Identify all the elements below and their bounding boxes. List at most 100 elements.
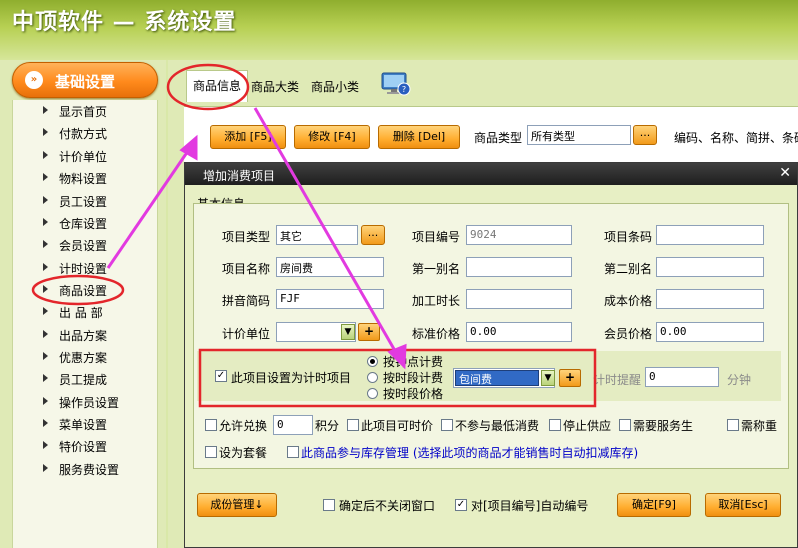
sidebar-item-label: 付款方式 [59, 127, 108, 141]
remind-input[interactable]: 0 [645, 367, 719, 387]
triangle-right-icon [43, 419, 48, 427]
sidebar-item-dish-plan[interactable]: 出品方案 [13, 324, 159, 346]
timer-item-label: 此项目设置为计时项目 [231, 371, 352, 385]
sidebar-item-timer[interactable]: 计时设置 [13, 257, 159, 279]
remind-label: 计时提醒 [593, 373, 642, 387]
sidebar-item-label: 员工设置 [59, 195, 108, 209]
sidebar-item-label: 操作员设置 [59, 396, 120, 410]
app-title: 中顶软件 — 系统设置 [12, 10, 237, 35]
sidebar-item-home[interactable]: 显示首页 [13, 100, 159, 122]
triangle-right-icon [43, 196, 48, 204]
sidebar-item-unit[interactable]: 计价单位 [13, 145, 159, 167]
process-time-label: 加工时长 [412, 294, 461, 308]
add-plan-button[interactable]: + [559, 369, 581, 387]
product-type-input[interactable]: 所有类型 [527, 125, 631, 145]
allow-exchange-checkbox[interactable] [205, 419, 217, 431]
process-time-input[interactable] [466, 289, 572, 309]
product-type-picker-button[interactable]: ... [633, 125, 657, 145]
triangle-right-icon [43, 263, 48, 271]
sidebar-item-label: 会员设置 [59, 239, 108, 253]
barcode-input[interactable] [656, 225, 764, 245]
no-min-spend-checkbox[interactable] [441, 419, 453, 431]
sidebar-item-payment[interactable]: 付款方式 [13, 122, 159, 144]
sidebar-item-label: 菜单设置 [59, 418, 108, 432]
tab-bar: 商品信息 商品大类 商品小类 ? [176, 66, 798, 106]
radio-by-hour[interactable] [367, 356, 378, 367]
sidebar-item-label: 商品设置 [59, 284, 108, 298]
chevron-down-icon[interactable]: ▼ [341, 324, 355, 340]
delete-button[interactable]: 删除 [Del] [378, 125, 460, 149]
dialog-titlebar[interactable]: 增加消费项目 ✕ [185, 163, 797, 185]
sidebar-header-label: 基础设置 [55, 73, 116, 91]
sidebar-item-warehouse[interactable]: 仓库设置 [13, 212, 159, 234]
sidebar-item-commission[interactable]: 员工提成 [13, 368, 159, 390]
confirm-button[interactable]: 确定[F9] [617, 493, 691, 517]
sidebar-item-label: 显示首页 [59, 105, 108, 119]
sidebar-item-discount[interactable]: 优惠方案 [13, 346, 159, 368]
stop-supply-checkbox[interactable] [549, 419, 561, 431]
radio-by-period[interactable] [367, 372, 378, 383]
sidebar-item-member[interactable]: 会员设置 [13, 234, 159, 256]
sidebar-item-label: 物料设置 [59, 172, 108, 186]
chevron-down-icon[interactable]: ▼ [541, 370, 555, 386]
inventory-label: 此商品参与库存管理 (选择此项的商品才能销售时自动扣减库存) [301, 446, 639, 460]
ingredient-management-button[interactable]: 成份管理↓ [197, 493, 277, 517]
monitor-help-icon[interactable]: ? [381, 72, 411, 96]
sidebar-item-dept[interactable]: 出 品 部 [13, 301, 159, 323]
set-meal-checkbox[interactable] [205, 446, 217, 458]
market-price-checkbox[interactable] [347, 419, 359, 431]
points-input[interactable]: 0 [273, 415, 313, 435]
close-icon[interactable]: ✕ [779, 165, 791, 181]
item-type-input[interactable]: 其它 [276, 225, 358, 245]
add-unit-button[interactable]: + [358, 323, 380, 341]
sidebar-item-label: 计价单位 [59, 150, 108, 164]
sidebar-item-menu[interactable]: 菜单设置 [13, 413, 159, 435]
edit-button[interactable]: 修改 [F4] [294, 125, 370, 149]
radio-by-hour-label: 按钟点计费 [383, 355, 444, 369]
triangle-right-icon [43, 374, 48, 382]
triangle-right-icon [43, 173, 48, 181]
sidebar-item-label: 仓库设置 [59, 217, 108, 231]
cancel-button[interactable]: 取消[Esc] [705, 493, 781, 517]
item-type-picker-button[interactable]: ... [361, 225, 385, 245]
item-name-input[interactable]: 房间费 [276, 257, 384, 277]
inventory-checkbox[interactable] [287, 446, 299, 458]
tab-product-subcategory[interactable]: 商品小类 [311, 78, 359, 95]
sidebar-item-product[interactable]: 商品设置 [13, 279, 159, 301]
sidebar-item-label: 计时设置 [59, 262, 108, 276]
add-button[interactable]: 添加 [F5] [210, 125, 286, 149]
triangle-right-icon [43, 352, 48, 360]
auto-number-checkbox[interactable]: ✓ [455, 499, 467, 511]
item-code-input[interactable]: 9024 [466, 225, 572, 245]
sidebar-item-material[interactable]: 物料设置 [13, 167, 159, 189]
sidebar-item-operator[interactable]: 操作员设置 [13, 391, 159, 413]
sidebar-item-label: 特价设置 [59, 440, 108, 454]
timer-item-checkbox[interactable]: ✓ [215, 370, 227, 382]
radio-by-period-price[interactable] [367, 388, 378, 399]
remind-unit-label: 分钟 [727, 373, 752, 387]
need-weigh-checkbox[interactable] [727, 419, 739, 431]
member-price-input[interactable]: 0.00 [656, 322, 764, 342]
barcode-label: 项目条码 [604, 230, 653, 244]
sidebar-item-staff[interactable]: 员工设置 [13, 190, 159, 212]
item-name-label: 项目名称 [222, 262, 271, 276]
pinyin-input[interactable]: FJF [276, 289, 384, 309]
stop-supply-label: 停止供应 [563, 419, 612, 433]
alias2-input[interactable] [656, 257, 764, 277]
sidebar-header-basic-settings[interactable]: » 基础设置 [12, 62, 158, 98]
need-waiter-checkbox[interactable] [619, 419, 631, 431]
toolbar: 添加 [F5] 修改 [F4] 删除 [Del] 商品类型 所有类型 ... 编… [184, 106, 798, 168]
sidebar-item-special-price[interactable]: 特价设置 [13, 435, 159, 457]
triangle-right-icon [43, 240, 48, 248]
alias1-label: 第一别名 [412, 262, 461, 276]
tab-product-info[interactable]: 商品信息 [186, 70, 249, 102]
sidebar-item-service-fee[interactable]: 服务费设置 [13, 458, 159, 480]
cost-price-input[interactable] [656, 289, 764, 309]
std-price-input[interactable]: 0.00 [466, 322, 572, 342]
app-banner: 中顶软件 — 系统设置 [0, 0, 798, 60]
tab-product-category[interactable]: 商品大类 [251, 78, 299, 95]
triangle-right-icon [43, 285, 48, 293]
need-waiter-label: 需要服务生 [633, 419, 694, 433]
keep-open-checkbox[interactable] [323, 499, 335, 511]
alias1-input[interactable] [466, 257, 572, 277]
